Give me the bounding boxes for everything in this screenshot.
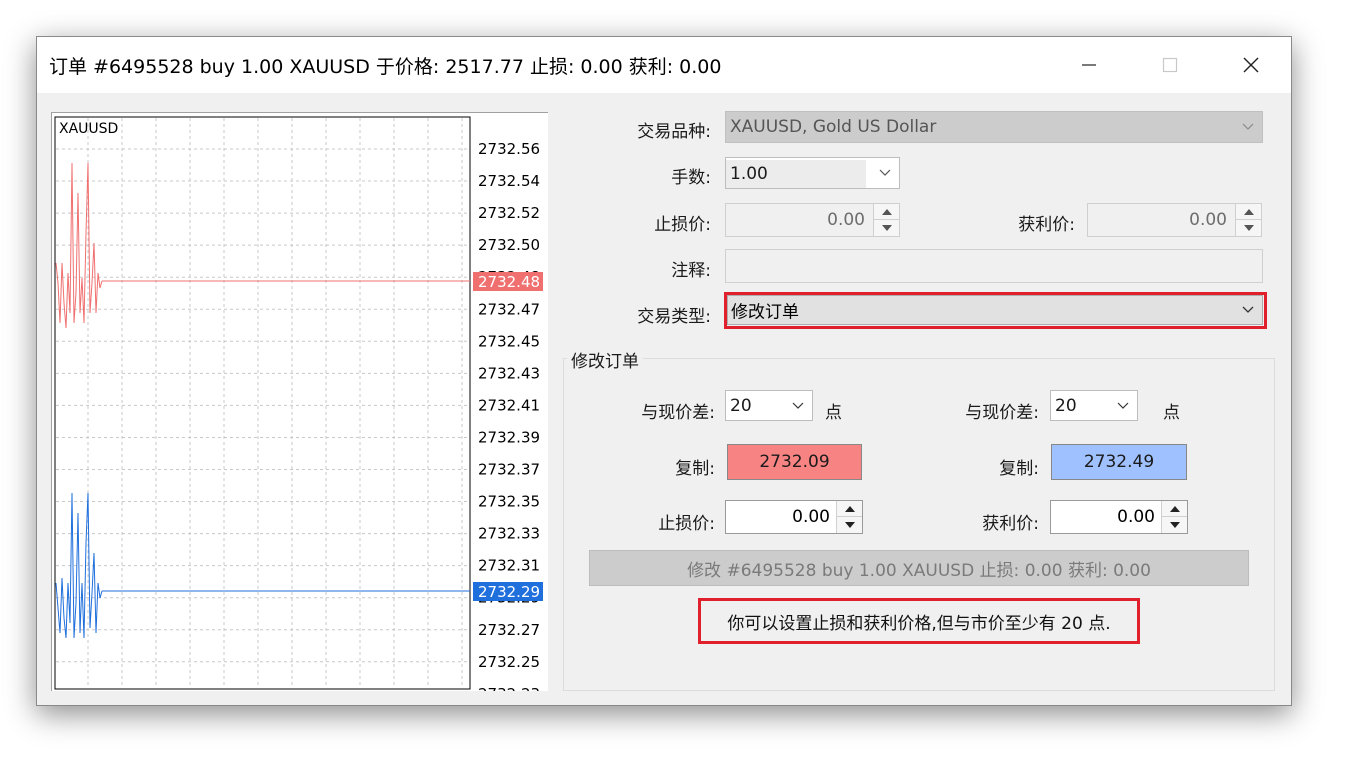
stoploss-value: 0.00 [827, 210, 865, 230]
price-tick-label: 2732.35 [478, 493, 540, 511]
bid-price-marker-label: 2732.29 [478, 583, 540, 601]
minimize-button[interactable] [1059, 45, 1119, 85]
price-tick-label: 2732.52 [478, 204, 540, 222]
tp-points-label: 点 [1163, 403, 1180, 423]
maximize-button[interactable] [1140, 45, 1200, 85]
symbol-value: XAUUSD, Gold US Dollar [730, 117, 937, 137]
price-tick-label: 2732.37 [478, 461, 540, 479]
volume-value: 1.00 [726, 160, 866, 188]
price-tick-label: 2732.47 [478, 300, 540, 318]
chart-symbol: XAUUSD [59, 121, 118, 137]
order-dialog: 订单 #6495528 buy 1.00 XAUUSD 于价格: 2517.77… [36, 36, 1292, 706]
copy-bid-price: 2732.09 [759, 452, 830, 472]
stoploss-spinner[interactable] [873, 204, 899, 236]
stoploss-input[interactable]: 0.00 [725, 203, 900, 237]
comment-input[interactable] [725, 249, 1263, 283]
tick-chart[interactable]: XAUUSD 2732.56 2732.54 2732.52 2732.50 2732.… [51, 112, 548, 691]
title-bar[interactable]: 订单 #6495528 buy 1.00 XAUUSD 于价格: 2517.77… [37, 37, 1291, 93]
spin-down-icon[interactable] [837, 517, 862, 533]
takeprofit-input[interactable]: 0.00 [1087, 203, 1262, 237]
close-button[interactable] [1221, 45, 1281, 85]
sl-distance-value: 20 [730, 395, 752, 416]
maximize-icon [1162, 57, 1178, 73]
volume-label: 手数: [671, 168, 711, 188]
modify-order-button[interactable]: 修改 #6495528 buy 1.00 XAUUSD 止损: 0.00 获利:… [589, 550, 1249, 586]
new-stoploss-label: 止损价: [658, 514, 715, 534]
tp-distance-value: 20 [1055, 395, 1077, 416]
symbol-select[interactable]: XAUUSD, Gold US Dollar [725, 111, 1263, 143]
spin-down-icon[interactable] [1162, 517, 1187, 533]
chevron-down-icon [792, 402, 804, 409]
spin-down-icon[interactable] [874, 220, 899, 236]
price-tick-label: 2732.23 [478, 685, 540, 691]
modify-group-title: 修改订单 [567, 347, 643, 372]
volume-select[interactable]: 1.00 [725, 157, 900, 189]
price-tick-label: 2732.27 [478, 621, 540, 639]
window-title: 订单 #6495528 buy 1.00 XAUUSD 于价格: 2517.77… [49, 56, 722, 78]
spin-up-icon[interactable] [874, 204, 899, 220]
price-tick-label: 2732.25 [478, 653, 540, 671]
modify-order-button-label: 修改 #6495528 buy 1.00 XAUUSD 止损: 0.00 获利:… [687, 560, 1151, 581]
min-distance-hint: 你可以设置止损和获利价格,但与市价至少有 20 点. [698, 598, 1140, 644]
min-distance-hint-text: 你可以设置止损和获利价格,但与市价至少有 20 点. [727, 613, 1111, 634]
price-tick-label: 2732.50 [478, 236, 540, 254]
new-stoploss-spinner[interactable] [836, 501, 862, 533]
order-type-label: 交易类型: [637, 307, 711, 327]
copy-ask-price-button[interactable]: 2732.49 [1051, 444, 1187, 480]
spin-up-icon[interactable] [1236, 204, 1261, 220]
spin-up-icon[interactable] [837, 501, 862, 517]
sl-copy-label: 复制: [675, 459, 715, 479]
tp-copy-label: 复制: [999, 459, 1039, 479]
new-takeprofit-label: 获利价: [982, 514, 1039, 534]
sl-distance-label: 与现价差: [641, 403, 715, 423]
tp-distance-label: 与现价差: [965, 403, 1039, 423]
takeprofit-label: 获利价: [1018, 215, 1075, 235]
price-tick-label: 2732.39 [478, 428, 540, 446]
new-takeprofit-spinner[interactable] [1161, 501, 1187, 533]
price-tick-label: 2732.56 [478, 140, 540, 158]
copy-ask-price: 2732.49 [1083, 452, 1155, 472]
takeprofit-spinner[interactable] [1235, 204, 1261, 236]
price-tick-label: 2732.54 [478, 172, 540, 190]
takeprofit-value: 0.00 [1189, 210, 1227, 230]
tick-chart-canvas: XAUUSD 2732.56 2732.54 2732.52 2732.50 2732.… [54, 116, 543, 691]
new-takeprofit-input[interactable]: 0.00 [1050, 500, 1188, 534]
close-icon [1243, 57, 1259, 73]
order-type-highlight [724, 292, 1267, 329]
chevron-down-icon [1242, 123, 1254, 130]
minimize-icon [1082, 64, 1096, 66]
spin-down-icon[interactable] [1236, 220, 1261, 236]
chevron-down-icon [1117, 402, 1129, 409]
sl-points-label: 点 [825, 403, 842, 423]
new-stoploss-value: 0.00 [792, 507, 830, 527]
chevron-down-icon [879, 169, 891, 176]
price-tick-label: 2732.45 [478, 332, 540, 350]
price-tick-label: 2732.43 [478, 364, 540, 382]
new-takeprofit-value: 0.00 [1117, 507, 1155, 527]
symbol-label: 交易品种: [637, 122, 711, 142]
stoploss-label: 止损价: [654, 215, 711, 235]
price-tick-label: 2732.41 [478, 396, 540, 414]
price-tick-label: 2732.31 [478, 557, 540, 575]
sl-distance-select[interactable]: 20 [725, 390, 813, 421]
comment-label: 注释: [671, 261, 711, 281]
new-stoploss-input[interactable]: 0.00 [725, 500, 863, 534]
price-tick-label: 2732.33 [478, 525, 540, 543]
spin-up-icon[interactable] [1162, 501, 1187, 517]
copy-bid-price-button[interactable]: 2732.09 [727, 444, 862, 480]
ask-price-marker-label: 2732.48 [478, 273, 540, 291]
tp-distance-select[interactable]: 20 [1050, 390, 1138, 421]
plot-frame [54, 116, 471, 690]
